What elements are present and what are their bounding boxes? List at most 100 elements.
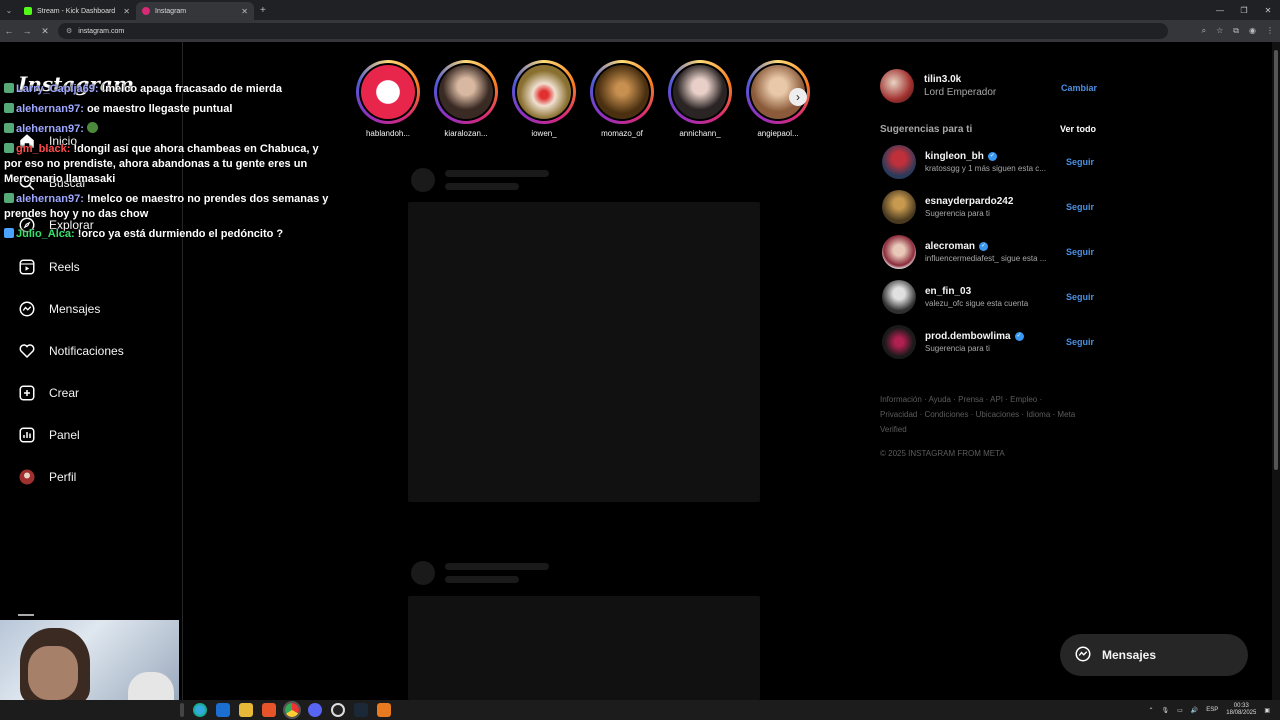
suggestion-reason: valezu_ofc sigue esta cuenta [925, 299, 1029, 308]
story-ring [434, 60, 498, 124]
post-skeleton-line [445, 563, 549, 570]
sidebar-item-notificaciones[interactable]: Notificaciones [18, 340, 124, 362]
site-info-icon[interactable]: ⚙ [66, 27, 72, 35]
back-icon[interactable]: ← [0, 26, 18, 36]
story-username: iowen_ [531, 129, 557, 138]
file-explorer-icon[interactable] [239, 703, 253, 717]
post-skeleton-line [445, 576, 519, 583]
follow-button[interactable]: Seguir [1066, 337, 1094, 347]
clock-time: 00:33 [1233, 703, 1249, 709]
story-ring [512, 60, 576, 124]
more-menu-icon[interactable] [18, 614, 34, 616]
story-item[interactable]: iowen_ [512, 60, 576, 138]
kick-favicon-icon [24, 7, 32, 15]
suggestion-username[interactable]: kingleon_bh [925, 151, 984, 162]
outlook-icon[interactable] [216, 703, 230, 717]
avatar-icon [18, 468, 36, 486]
sidebar-item-crear[interactable]: Crear [18, 382, 79, 404]
extensions-icon[interactable]: ⧉ [1233, 26, 1239, 36]
page-scrollbar[interactable] [1272, 42, 1280, 700]
keyboard-language[interactable]: ESP [1206, 707, 1218, 713]
suggestion-username[interactable]: prod.dembowlima [925, 331, 1011, 342]
suggestion-username[interactable]: esnayderpardo242 [925, 196, 1013, 207]
sidebar-item-panel[interactable]: Panel [18, 424, 80, 446]
stop-loading-icon[interactable]: ✕ [36, 26, 54, 37]
follow-button[interactable]: Seguir [1066, 247, 1094, 257]
taskview-icon[interactable] [180, 703, 184, 717]
volume-icon[interactable]: 🔊 [1191, 707, 1198, 714]
scrollbar-thumb[interactable] [1274, 50, 1278, 470]
messages-float-button[interactable]: Mensajes [1060, 634, 1248, 676]
suggestion-avatar[interactable] [882, 235, 916, 269]
brave-icon[interactable] [262, 703, 276, 717]
story-ring [590, 60, 654, 124]
chat-badge-icon [4, 193, 14, 203]
suggestion-avatar[interactable] [882, 190, 916, 224]
minimize-icon[interactable]: — [1208, 6, 1232, 15]
suggestion-avatar[interactable] [882, 145, 916, 179]
suggestion-avatar[interactable] [882, 280, 916, 314]
account-fullname: Lord Emperador [924, 87, 997, 98]
new-tab-icon[interactable]: + [260, 5, 266, 16]
messenger-icon [1074, 645, 1092, 666]
suggestion-avatar[interactable] [882, 325, 916, 359]
chair-image [128, 672, 174, 700]
avatar[interactable] [880, 69, 914, 103]
tab-instagram[interactable]: Instagram ✕ [136, 2, 254, 20]
steam-icon[interactable] [354, 703, 368, 717]
see-all-link[interactable]: Ver todo [1060, 124, 1096, 134]
url-text: instagram.com [78, 27, 125, 35]
menu-kebab-icon[interactable]: ⋮ [1266, 26, 1274, 36]
network-icon[interactable]: ▭ [1177, 707, 1183, 714]
clock[interactable]: 00:33 18/08/2025 [1226, 703, 1256, 717]
chat-username: alehernan97: [16, 103, 84, 115]
tray-chevron-icon[interactable]: ⌃ [1148, 707, 1153, 714]
profile-icon[interactable]: ◉ [1249, 26, 1256, 36]
tab-kick-dashboard[interactable]: Stream - Kick Dashboard ✕ [18, 2, 136, 20]
close-window-icon[interactable]: ✕ [1256, 6, 1280, 15]
chevron-right-icon[interactable]: › [789, 88, 807, 106]
notifications-icon[interactable]: ▣ [1264, 707, 1270, 714]
story-item[interactable]: momazo_of [590, 60, 654, 138]
account-username[interactable]: tilin3.0k [924, 74, 996, 85]
chrome-icon[interactable] [283, 701, 301, 719]
chat-username: alehernan97: [16, 193, 84, 205]
follow-button[interactable]: Seguir [1066, 157, 1094, 167]
story-username: angiepaol... [757, 129, 799, 138]
system-tray: ⌃ 🎙 ▭ 🔊 ESP 00:33 18/08/2025 ▣ [1148, 703, 1270, 717]
discord-icon[interactable] [308, 703, 322, 717]
suggestion-username[interactable]: alecroman [925, 241, 975, 252]
chat-message: Larry_Capija69: !melco apaga fracasado d… [4, 82, 334, 97]
restore-icon[interactable]: ❐ [1232, 6, 1256, 15]
current-account[interactable]: tilin3.0k Lord Emperador [880, 69, 996, 103]
zoom-icon[interactable]: ⌕ [1202, 26, 1206, 36]
suggestion-item: en_fin_03 valezu_ofc sigue esta cuenta Se… [882, 279, 1100, 315]
story-item[interactable]: annichann_ [668, 60, 732, 138]
follow-button[interactable]: Seguir [1066, 292, 1094, 302]
suggestion-username[interactable]: en_fin_03 [925, 286, 971, 297]
sidebar-item-mensajes[interactable]: Mensajes [18, 298, 100, 320]
microphone-icon[interactable]: 🎙 [1162, 707, 1170, 714]
tab-search-icon[interactable]: ⌄ [0, 6, 18, 15]
url-input[interactable]: ⚙ instagram.com [58, 23, 1168, 39]
close-tab-icon[interactable]: ✕ [123, 7, 130, 16]
edge-icon[interactable] [193, 703, 207, 717]
sidebar-item-perfil[interactable]: Perfil [18, 466, 76, 488]
follow-button[interactable]: Seguir [1066, 202, 1094, 212]
footer-links[interactable]: Información · Ayuda · Prensa · API · Emp… [880, 392, 1080, 437]
forward-icon[interactable]: → [18, 26, 36, 36]
story-item[interactable]: kiaralozan... [434, 60, 498, 138]
story-avatar [361, 65, 415, 119]
post-skeleton-avatar [411, 168, 435, 192]
app-icon[interactable] [377, 703, 391, 717]
story-item[interactable]: hablandoh... [356, 60, 420, 138]
bookmark-star-icon[interactable]: ☆ [1216, 26, 1223, 36]
close-tab-icon[interactable]: ✕ [241, 7, 248, 16]
obs-icon[interactable] [331, 703, 345, 717]
chat-username: Julio_Alca: [16, 228, 75, 240]
suggestion-item: esnayderpardo242 Sugerencia para ti Segui… [882, 189, 1100, 225]
sidebar-item-reels[interactable]: Reels [18, 256, 80, 278]
address-bar-actions: ⌕ ☆ ⧉ ◉ ⋮ [1202, 26, 1274, 36]
chart-icon [18, 426, 36, 444]
switch-account-button[interactable]: Cambiar [1061, 83, 1097, 93]
